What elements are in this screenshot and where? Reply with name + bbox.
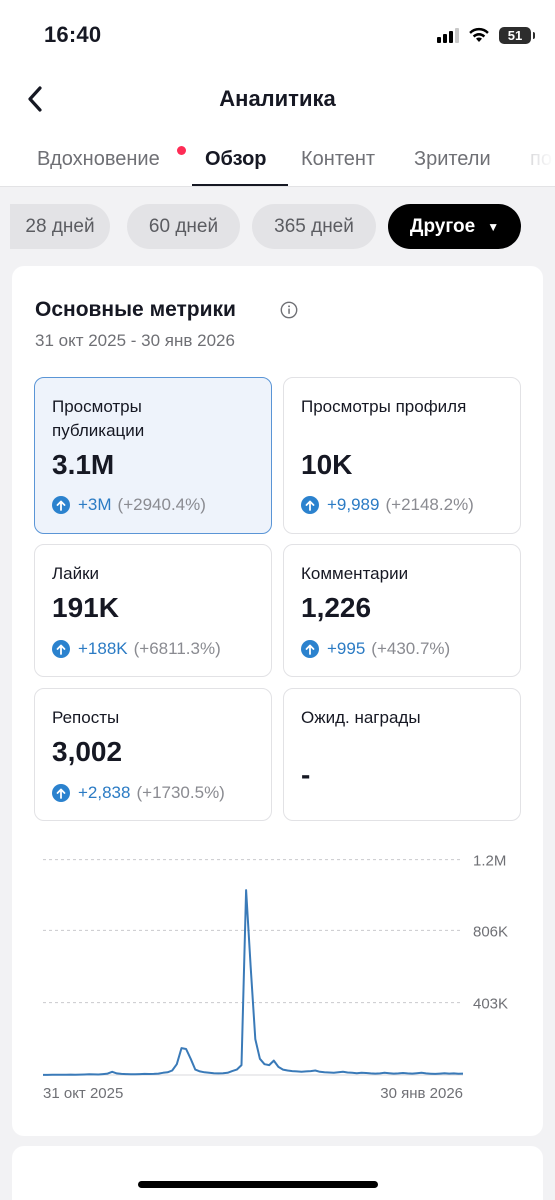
metric-comments[interactable]: Комментарии 1,226 +995 (+430.7%) (283, 544, 521, 677)
key-metrics-card: Основные метрики 31 окт 2025 - 30 янв 20… (12, 266, 543, 1136)
arrow-up-icon (52, 784, 70, 802)
metric-estimated-rewards[interactable]: Ожид. награды - (283, 688, 521, 821)
delta-percent: (+6811.3%) (133, 639, 221, 658)
battery-level: 51 (507, 27, 523, 43)
status-icons: 51 (437, 24, 535, 46)
metric-label: Комментарии (301, 564, 409, 583)
active-tab-indicator (192, 184, 288, 186)
delta-percent: (+2148.2%) (385, 495, 474, 514)
card-title: Основные метрики (35, 298, 236, 321)
arrow-up-icon (301, 640, 319, 658)
metric-post-views[interactable]: Просмотры публикации 3.1M +3M (+2940.4%) (34, 377, 272, 534)
tab-inspiration[interactable]: Вдохновение (37, 148, 160, 171)
metric-delta: +3M (+2940.4%) (52, 495, 206, 515)
info-icon[interactable] (280, 301, 298, 319)
metric-label: Репосты (52, 708, 120, 727)
metric-delta: +995 (+430.7%) (301, 639, 450, 659)
metric-delta: +2,838 (+1730.5%) (52, 783, 225, 803)
chip-60-days[interactable]: 60 дней (127, 204, 240, 249)
arrow-up-icon (301, 496, 319, 514)
metric-reposts[interactable]: Репосты 3,002 +2,838 (+1730.5%) (34, 688, 272, 821)
chip-label: 28 дней (25, 215, 95, 237)
series-line (43, 889, 464, 1076)
metric-value: 1,226 (301, 592, 372, 623)
delta-percent: (+430.7%) (371, 639, 451, 658)
home-indicator (138, 1181, 378, 1188)
delta-absolute: +3M (78, 495, 112, 514)
metric-label: Просмотры профиля (301, 397, 467, 416)
chip-label: 365 дней (274, 215, 354, 237)
metric-value: 10K (301, 449, 353, 480)
page-title: Аналитика (219, 86, 336, 111)
y-tick-label: 806K (473, 923, 508, 940)
arrow-up-icon (52, 640, 70, 658)
battery-icon: 51 (499, 26, 535, 44)
arrow-up-icon (52, 496, 70, 514)
delta-absolute: +995 (327, 639, 366, 658)
chip-label: 60 дней (148, 215, 219, 237)
chip-custom-range[interactable]: Другое ▼ (388, 204, 521, 249)
metric-value: 191K (52, 592, 119, 623)
y-tick-label: 1.2M (473, 853, 506, 870)
delta-absolute: +2,838 (78, 783, 131, 802)
status-time: 16:40 (44, 22, 102, 47)
tab-overview[interactable]: Обзор (205, 148, 267, 171)
metric-delta: +188K (+6811.3%) (52, 639, 221, 659)
next-card (12, 1146, 543, 1200)
metric-label: Просмотры публикации (52, 397, 145, 440)
date-range-chips: 28 дней 60 дней 365 дней Другое ▼ (0, 188, 555, 264)
metric-value: 3.1M (52, 449, 115, 480)
metric-profile-views[interactable]: Просмотры профиля 10K +9,989 (+2148.2%) (283, 377, 521, 534)
x-tick-label: 30 янв 2026 (380, 1085, 463, 1102)
y-tick-label: 403K (473, 996, 508, 1013)
chip-label: Другое (409, 215, 476, 237)
metric-likes[interactable]: Лайки 191K +188K (+6811.3%) (34, 544, 272, 677)
x-tick-label: 31 окт 2025 (43, 1085, 123, 1102)
metric-value: 3,002 (52, 736, 123, 767)
delta-absolute: +9,989 (327, 495, 380, 514)
date-range: 31 окт 2025 - 30 янв 2026 (35, 331, 235, 350)
tab-bar: Вдохновение Обзор Контент Зрители по (0, 130, 555, 187)
metric-delta: +9,989 (+2148.2%) (301, 495, 474, 515)
wifi-icon (469, 27, 489, 42)
views-line-chart[interactable]: 1.2M 806K 403K 31 окт 2025 30 янв 2026 (12, 841, 543, 1111)
metric-value: - (301, 759, 311, 790)
status-bar: 16:40 51 (0, 0, 555, 70)
header: Аналитика (0, 70, 555, 130)
chip-28-days[interactable]: 28 дней (10, 204, 110, 249)
cellular-signal-icon (437, 27, 459, 43)
caret-down-icon: ▼ (487, 219, 500, 234)
chip-365-days[interactable]: 365 дней (252, 204, 376, 249)
metric-label: Лайки (52, 564, 100, 583)
delta-percent: (+1730.5%) (136, 783, 225, 802)
delta-percent: (+2940.4%) (117, 495, 206, 514)
notification-dot (177, 146, 186, 155)
metric-label: Ожид. награды (301, 708, 421, 727)
tab-fade (515, 130, 555, 186)
tab-content[interactable]: Контент (301, 148, 375, 171)
delta-absolute: +188K (78, 639, 128, 658)
tab-viewers[interactable]: Зрители (414, 148, 491, 171)
